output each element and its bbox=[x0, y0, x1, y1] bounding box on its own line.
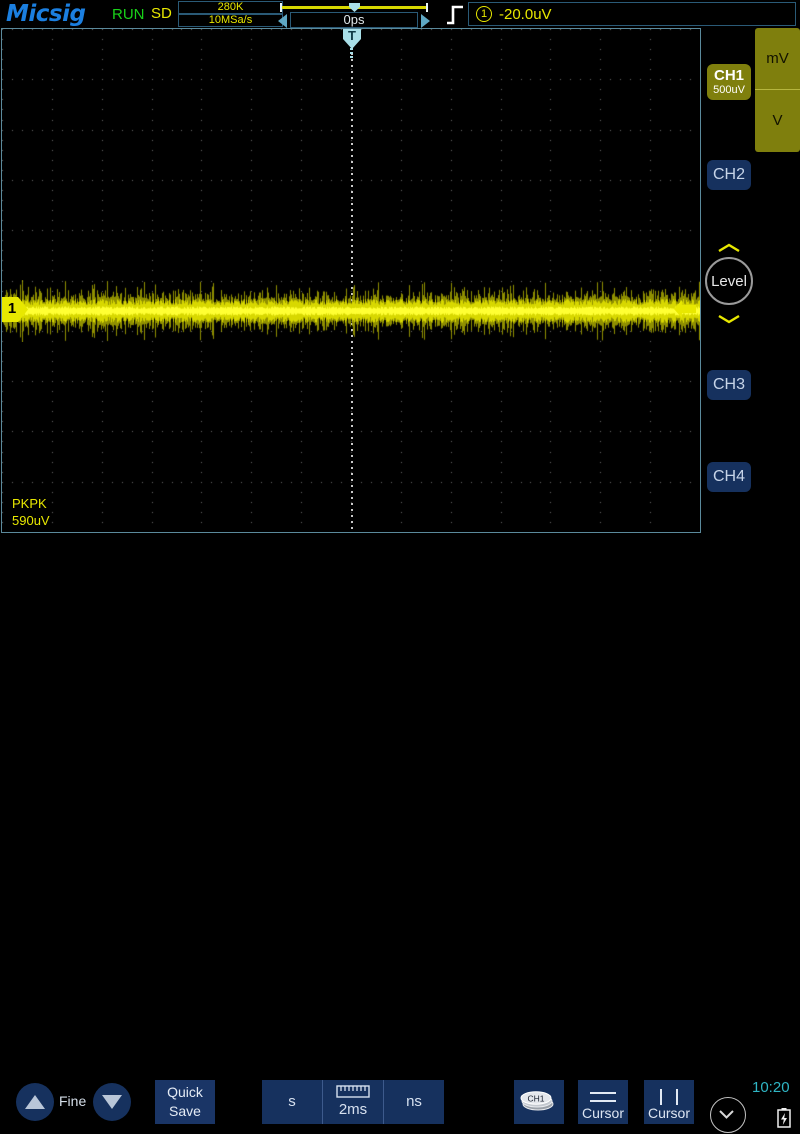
horizontal-cursor-icon bbox=[578, 1088, 628, 1106]
channel-stack-icon: CH1 bbox=[520, 1089, 558, 1111]
position-bracket-left bbox=[280, 3, 282, 12]
memory-depth-value[interactable]: 280K bbox=[178, 1, 283, 14]
timebase-value-display[interactable]: 2ms bbox=[323, 1080, 384, 1124]
sample-rate-value[interactable]: 10MSa/s bbox=[178, 14, 283, 27]
measurement-name: PKPK bbox=[12, 495, 50, 512]
unit-selector[interactable]: mV V bbox=[755, 28, 800, 152]
timebase-nanoseconds-button[interactable]: ns bbox=[384, 1080, 444, 1124]
trigger-position-stem bbox=[350, 48, 353, 58]
trigger-level-box[interactable]: 1 -20.0uV bbox=[468, 2, 796, 26]
acquisition-info[interactable]: 280K 10MSa/s bbox=[178, 1, 283, 27]
top-status-bar: Micsig RUN SD 280K 10MSa/s 0ps bbox=[0, 0, 800, 28]
caret-right-icon[interactable] bbox=[421, 14, 430, 28]
waveform-trace-ch1 bbox=[2, 280, 700, 342]
trigger-position-label: T bbox=[343, 28, 361, 43]
channel-button-ch1[interactable]: CH1 500uV bbox=[707, 64, 751, 100]
horizontal-cursor-label: Cursor bbox=[578, 1105, 628, 1121]
system-clock: 10:20 bbox=[752, 1079, 790, 1096]
quick-save-button[interactable]: Quick Save bbox=[155, 1080, 215, 1124]
ruler-icon bbox=[336, 1085, 370, 1102]
triangle-up-icon[interactable] bbox=[16, 1083, 54, 1121]
oscilloscope-screen: Micsig RUN SD 280K 10MSa/s 0ps bbox=[0, 0, 800, 600]
position-marker-icon[interactable] bbox=[349, 3, 360, 12]
storage-label[interactable]: SD bbox=[151, 5, 172, 22]
chevron-down-circle-icon[interactable] bbox=[710, 1097, 746, 1133]
horizontal-position-control[interactable]: 0ps bbox=[278, 1, 430, 27]
position-bracket-right bbox=[426, 3, 428, 12]
brand-logo: Micsig bbox=[6, 1, 85, 27]
rising-edge-icon[interactable] bbox=[445, 3, 465, 25]
quick-save-line-1: Quick bbox=[155, 1083, 215, 1102]
unit-button-v[interactable]: V bbox=[755, 90, 800, 152]
trigger-panel[interactable]: 1 -20.0uV bbox=[443, 1, 798, 27]
channel-button-ch2[interactable]: CH2 bbox=[707, 160, 751, 190]
horizontal-position-value[interactable]: 0ps bbox=[290, 12, 418, 28]
measurement-readout[interactable]: PKPK 590uV bbox=[12, 495, 50, 529]
channel-1-name: CH1 bbox=[707, 67, 751, 84]
channel-button-ch3[interactable]: CH3 bbox=[707, 370, 751, 400]
timebase-control[interactable]: s 2ms ns bbox=[262, 1080, 444, 1124]
channel-stack-button[interactable]: CH1 bbox=[514, 1080, 564, 1124]
vertical-cursor-label: Cursor bbox=[644, 1105, 694, 1121]
caret-left-icon[interactable] bbox=[278, 14, 287, 28]
trigger-source-badge: 1 bbox=[476, 6, 492, 22]
svg-text:CH1: CH1 bbox=[527, 1094, 544, 1104]
horizontal-position-bar[interactable] bbox=[278, 3, 430, 12]
trigger-level-knob[interactable]: Level bbox=[703, 238, 755, 326]
measurement-value: 590uV bbox=[12, 512, 50, 529]
unit-button-mv[interactable]: mV bbox=[755, 28, 800, 90]
horizontal-cursor-button[interactable]: Cursor bbox=[578, 1080, 628, 1124]
channel-1-scale: 500uV bbox=[707, 84, 751, 96]
quick-save-line-2: Save bbox=[155, 1102, 215, 1121]
timebase-seconds-button[interactable]: s bbox=[262, 1080, 323, 1124]
channel-1-marker-label: 1 bbox=[2, 300, 22, 317]
chevron-down-icon[interactable] bbox=[717, 311, 741, 321]
vertical-cursor-button[interactable]: Cursor bbox=[644, 1080, 694, 1124]
waveform-display[interactable]: T 1 PKPK 590uV bbox=[1, 28, 701, 533]
battery-charging-icon bbox=[777, 1108, 791, 1128]
channel-button-ch4[interactable]: CH4 bbox=[707, 462, 751, 492]
trigger-level-value[interactable]: -20.0uV bbox=[499, 6, 552, 23]
triangle-down-icon[interactable] bbox=[93, 1083, 131, 1121]
chevron-up-icon[interactable] bbox=[717, 240, 741, 250]
bottom-toolbar: Fine Quick Save s bbox=[0, 534, 800, 600]
vertical-cursor-icon bbox=[644, 1088, 694, 1106]
timebase-value: 2ms bbox=[323, 1101, 383, 1118]
run-state-indicator[interactable]: RUN bbox=[112, 6, 145, 23]
fine-adjust-label: Fine bbox=[59, 1093, 86, 1109]
trigger-level-label[interactable]: Level bbox=[705, 257, 753, 305]
